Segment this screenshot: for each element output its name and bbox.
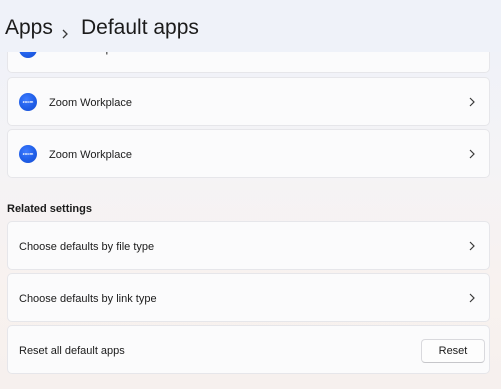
app-name: Zoom Workplace bbox=[49, 97, 132, 109]
choose-defaults-file-type-label: Choose defaults by file type bbox=[19, 241, 155, 253]
app-row[interactable]: zoom Zoom Workplace bbox=[7, 77, 490, 126]
breadcrumb-apps[interactable]: Apps bbox=[5, 16, 53, 40]
chevron-right-icon bbox=[468, 97, 476, 107]
choose-defaults-link-type-row[interactable]: Choose defaults by link type bbox=[7, 273, 490, 322]
page-header: Apps Default apps bbox=[0, 0, 501, 52]
zoom-icon: zoom bbox=[19, 93, 37, 111]
settings-content[interactable]: zoom Zoom Workplace zoom Zoom Workplace … bbox=[0, 0, 501, 389]
choose-defaults-file-type-row[interactable]: Choose defaults by file type bbox=[7, 221, 490, 270]
reset-default-apps-label: Reset all default apps bbox=[19, 345, 125, 357]
choose-defaults-link-type-label: Choose defaults by link type bbox=[19, 293, 157, 305]
chevron-right-icon bbox=[468, 293, 476, 303]
app-name: Zoom Workplace bbox=[49, 149, 132, 161]
app-row[interactable]: zoom Zoom Workplace bbox=[7, 129, 490, 178]
chevron-right-icon bbox=[468, 241, 476, 251]
page-title: Default apps bbox=[81, 16, 199, 39]
related-settings-heading: Related settings bbox=[7, 203, 92, 215]
reset-default-apps-row: Reset all default apps Reset bbox=[7, 325, 490, 374]
chevron-right-icon bbox=[468, 149, 476, 159]
breadcrumb-chevron-icon bbox=[61, 26, 69, 39]
zoom-icon: zoom bbox=[19, 145, 37, 163]
reset-button[interactable]: Reset bbox=[421, 339, 485, 363]
